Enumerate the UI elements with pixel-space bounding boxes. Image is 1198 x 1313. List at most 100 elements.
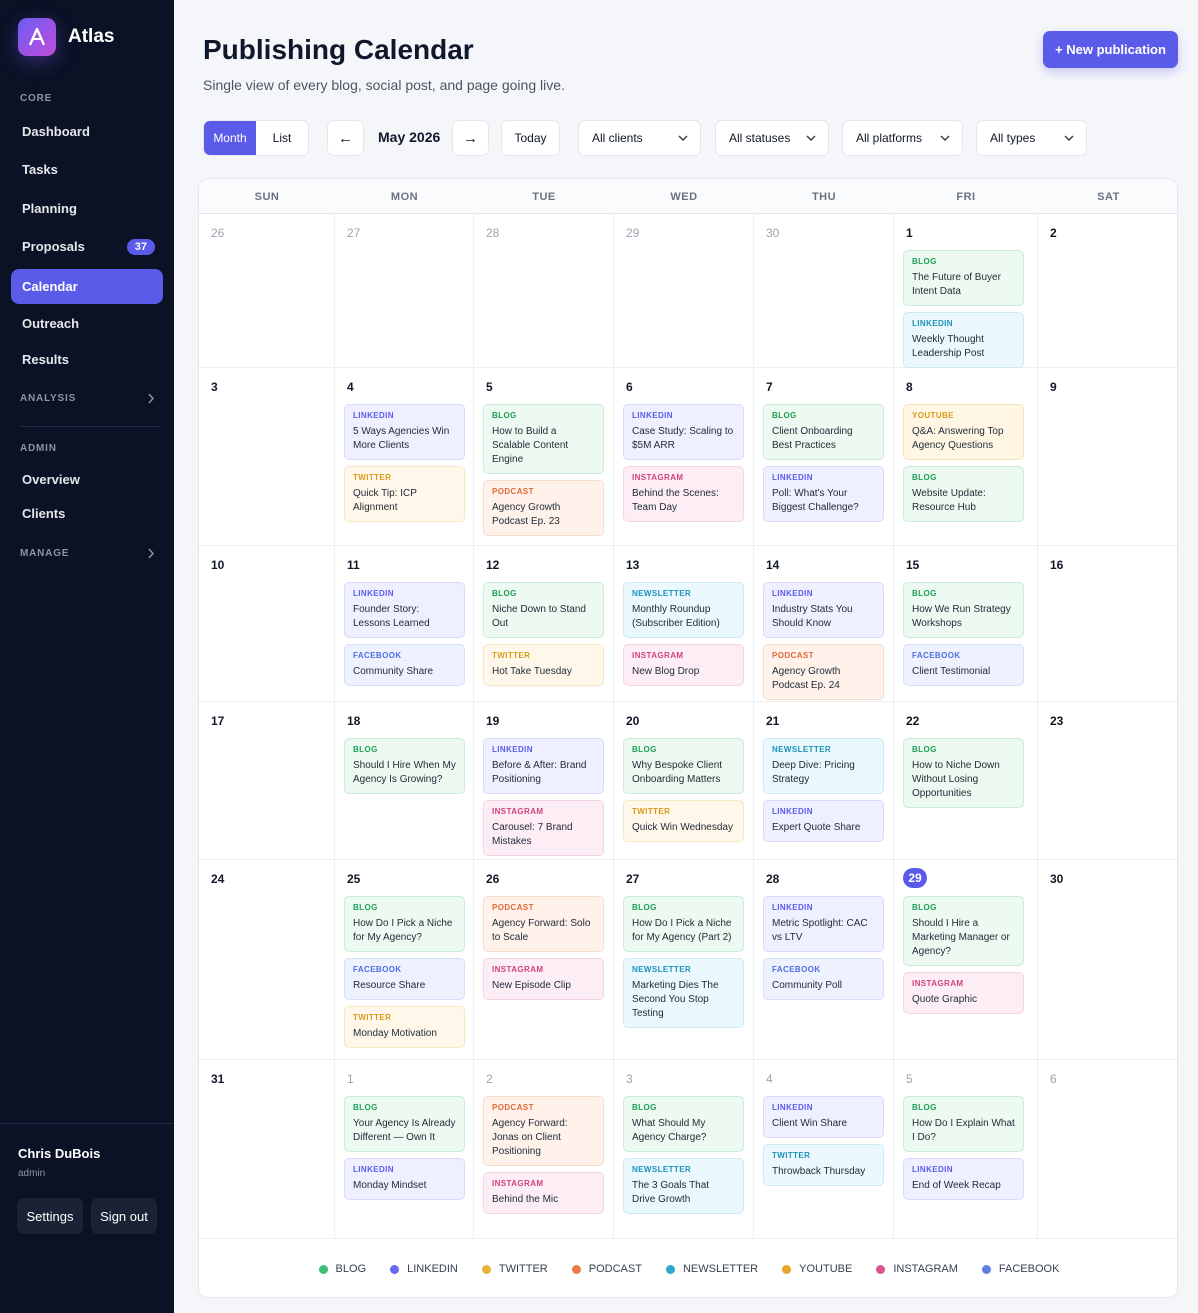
publication-card-facebook[interactable]: FACEBOOK Resource Share (344, 958, 465, 1000)
day-cell[interactable]: 28 LINKEDIN Metric Spotlight: CAC vs LTV FA… (754, 860, 894, 1060)
day-cell[interactable]: 14 LINKEDIN Industry Stats You Should Know… (754, 546, 894, 702)
publication-card-newsletter[interactable]: NEWSLETTER Deep Dive: Pricing Strategy (763, 738, 884, 794)
day-cell[interactable]: 30 (754, 214, 894, 368)
publication-card-linkedin[interactable]: LINKEDIN Client Win Share (763, 1096, 884, 1138)
publication-card-blog[interactable]: BLOG Niche Down to Stand Out (483, 582, 604, 638)
day-cell[interactable]: 3 (199, 368, 335, 546)
day-cell[interactable]: 24 (199, 860, 335, 1060)
view-month-button[interactable]: Month (204, 121, 256, 155)
day-cell[interactable]: 28 (474, 214, 614, 368)
publication-card-twitter[interactable]: TWITTER Throwback Thursday (763, 1144, 884, 1186)
next-month-button[interactable]: → (452, 120, 489, 156)
day-cell[interactable]: 23 (1038, 702, 1177, 860)
day-cell[interactable]: 30 (1038, 860, 1177, 1060)
sign-out-button[interactable]: Sign out (91, 1198, 157, 1234)
nav-proposals[interactable]: Proposals 37 (11, 229, 163, 264)
section-manage[interactable]: MANAGE (20, 548, 155, 559)
publication-card-blog[interactable]: BLOG Should I Hire a Marketing Manager or… (903, 896, 1024, 966)
publication-card-linkedin[interactable]: LINKEDIN Industry Stats You Should Know (763, 582, 884, 638)
status-filter-select[interactable]: All statuses (715, 120, 829, 156)
publication-card-facebook[interactable]: FACEBOOK Community Poll (763, 958, 884, 1000)
day-cell[interactable]: 27 (335, 214, 474, 368)
publication-card-instagram[interactable]: INSTAGRAM Quote Graphic (903, 972, 1024, 1014)
settings-button[interactable]: Settings (17, 1198, 83, 1234)
nav-tasks[interactable]: Tasks (11, 152, 163, 187)
publication-card-podcast[interactable]: PODCAST Agency Growth Podcast Ep. 24 (763, 644, 884, 700)
day-cell[interactable]: 3 BLOG What Should My Agency Charge? NEWSLE… (614, 1060, 754, 1239)
publication-card-facebook[interactable]: FACEBOOK Client Testimonial (903, 644, 1024, 686)
publication-card-linkedin[interactable]: LINKEDIN Weekly Thought Leadership Post (903, 312, 1024, 368)
publication-card-blog[interactable]: BLOG Website Update: Resource Hub (903, 466, 1024, 522)
day-cell[interactable]: 26 PODCAST Agency Forward: Solo to Scale IN… (474, 860, 614, 1060)
publication-card-facebook[interactable]: FACEBOOK Community Share (344, 644, 465, 686)
today-button[interactable]: Today (501, 120, 560, 156)
publication-card-blog[interactable]: BLOG What Should My Agency Charge? (623, 1096, 744, 1152)
publication-card-blog[interactable]: BLOG Client Onboarding Best Practices (763, 404, 884, 460)
publication-card-instagram[interactable]: INSTAGRAM New Blog Drop (623, 644, 744, 686)
publication-card-blog[interactable]: BLOG The Future of Buyer Intent Data (903, 250, 1024, 306)
day-cell[interactable]: 13 NEWSLETTER Monthly Roundup (Subscriber … (614, 546, 754, 702)
publication-card-blog[interactable]: BLOG Should I Hire When My Agency Is Grow… (344, 738, 465, 794)
publication-card-newsletter[interactable]: NEWSLETTER Marketing Dies The Second You … (623, 958, 744, 1028)
publication-card-linkedin[interactable]: LINKEDIN 5 Ways Agencies Win More Clients (344, 404, 465, 460)
nav-outreach[interactable]: Outreach (11, 306, 163, 341)
day-cell[interactable]: 22 BLOG How to Niche Down Without Losing O… (894, 702, 1038, 860)
nav-dashboard[interactable]: Dashboard (11, 114, 163, 149)
day-cell[interactable]: 21 NEWSLETTER Deep Dive: Pricing Strategy L… (754, 702, 894, 860)
publication-card-twitter[interactable]: TWITTER Quick Tip: ICP Alignment (344, 466, 465, 522)
day-cell[interactable]: 25 BLOG How Do I Pick a Niche for My Agenc… (335, 860, 474, 1060)
day-cell[interactable]: 29 (614, 214, 754, 368)
day-cell[interactable]: 27 BLOG How Do I Pick a Niche for My Agenc… (614, 860, 754, 1060)
nav-results[interactable]: Results (11, 342, 163, 377)
day-cell[interactable]: 29 BLOG Should I Hire a Marketing Manager … (894, 860, 1038, 1060)
publication-card-twitter[interactable]: TWITTER Monday Motivation (344, 1006, 465, 1048)
nav-clients[interactable]: Clients (11, 496, 163, 531)
publication-card-linkedin[interactable]: LINKEDIN Case Study: Scaling to $5M ARR (623, 404, 744, 460)
publication-card-instagram[interactable]: INSTAGRAM Behind the Scenes: Team Day (623, 466, 744, 522)
publication-card-blog[interactable]: BLOG Why Bespoke Client Onboarding Matter… (623, 738, 744, 794)
day-cell[interactable]: 2 PODCAST Agency Forward: Jonas on Client … (474, 1060, 614, 1239)
day-cell[interactable]: 31 (199, 1060, 335, 1239)
publication-card-newsletter[interactable]: NEWSLETTER Monthly Roundup (Subscriber Ed… (623, 582, 744, 638)
publication-card-linkedin[interactable]: LINKEDIN Metric Spotlight: CAC vs LTV (763, 896, 884, 952)
publication-card-blog[interactable]: BLOG How Do I Pick a Niche for My Agency … (623, 896, 744, 952)
brand[interactable]: Atlas (18, 18, 114, 56)
publication-card-instagram[interactable]: INSTAGRAM Behind the Mic (483, 1172, 604, 1214)
section-analysis[interactable]: ANALYSIS (20, 393, 155, 404)
publication-card-newsletter[interactable]: NEWSLETTER The 3 Goals That Drive Growth (623, 1158, 744, 1214)
type-filter-select[interactable]: All types (976, 120, 1087, 156)
publication-card-blog[interactable]: BLOG How We Run Strategy Workshops (903, 582, 1024, 638)
day-cell[interactable]: 11 LINKEDIN Founder Story: Lessons Learned… (335, 546, 474, 702)
client-filter-select[interactable]: All clients (578, 120, 701, 156)
publication-card-podcast[interactable]: PODCAST Agency Forward: Solo to Scale (483, 896, 604, 952)
publication-card-blog[interactable]: BLOG How to Build a Scalable Content Engi… (483, 404, 604, 474)
publication-card-twitter[interactable]: TWITTER Quick Win Wednesday (623, 800, 744, 842)
day-cell[interactable]: 7 BLOG Client Onboarding Best Practices LIN… (754, 368, 894, 546)
day-cell[interactable]: 19 LINKEDIN Before & After: Brand Position… (474, 702, 614, 860)
nav-calendar[interactable]: Calendar (11, 269, 163, 304)
day-cell[interactable]: 18 BLOG Should I Hire When My Agency Is Gr… (335, 702, 474, 860)
publication-card-blog[interactable]: BLOG How Do I Explain What I Do? (903, 1096, 1024, 1152)
publication-card-twitter[interactable]: TWITTER Hot Take Tuesday (483, 644, 604, 686)
publication-card-blog[interactable]: BLOG How to Niche Down Without Losing Opp… (903, 738, 1024, 808)
day-cell[interactable]: 4 LINKEDIN Client Win Share TWITTER Throwbac… (754, 1060, 894, 1239)
day-cell[interactable]: 26 (199, 214, 335, 368)
publication-card-instagram[interactable]: INSTAGRAM Carousel: 7 Brand Mistakes (483, 800, 604, 856)
publication-card-instagram[interactable]: INSTAGRAM New Episode Clip (483, 958, 604, 1000)
prev-month-button[interactable]: ← (327, 120, 364, 156)
day-cell[interactable]: 6 (1038, 1060, 1177, 1239)
day-cell[interactable]: 10 (199, 546, 335, 702)
day-cell[interactable]: 8 YOUTUBE Q&A: Answering Top Agency Questi… (894, 368, 1038, 546)
publication-card-blog[interactable]: BLOG Your Agency Is Already Different — O… (344, 1096, 465, 1152)
new-publication-button[interactable]: + New publication (1043, 31, 1178, 68)
day-cell[interactable]: 5 BLOG How to Build a Scalable Content Eng… (474, 368, 614, 546)
day-cell[interactable]: 15 BLOG How We Run Strategy Workshops FACEB… (894, 546, 1038, 702)
publication-card-podcast[interactable]: PODCAST Agency Growth Podcast Ep. 23 (483, 480, 604, 536)
publication-card-podcast[interactable]: PODCAST Agency Forward: Jonas on Client P… (483, 1096, 604, 1166)
day-cell[interactable]: 4 LINKEDIN 5 Ways Agencies Win More Client… (335, 368, 474, 546)
publication-card-blog[interactable]: BLOG How Do I Pick a Niche for My Agency? (344, 896, 465, 952)
day-cell[interactable]: 5 BLOG How Do I Explain What I Do? LINKEDIN… (894, 1060, 1038, 1239)
day-cell[interactable]: 6 LINKEDIN Case Study: Scaling to $5M ARR I… (614, 368, 754, 546)
publication-card-linkedin[interactable]: LINKEDIN Poll: What's Your Biggest Challe… (763, 466, 884, 522)
publication-card-linkedin[interactable]: LINKEDIN Monday Mindset (344, 1158, 465, 1200)
